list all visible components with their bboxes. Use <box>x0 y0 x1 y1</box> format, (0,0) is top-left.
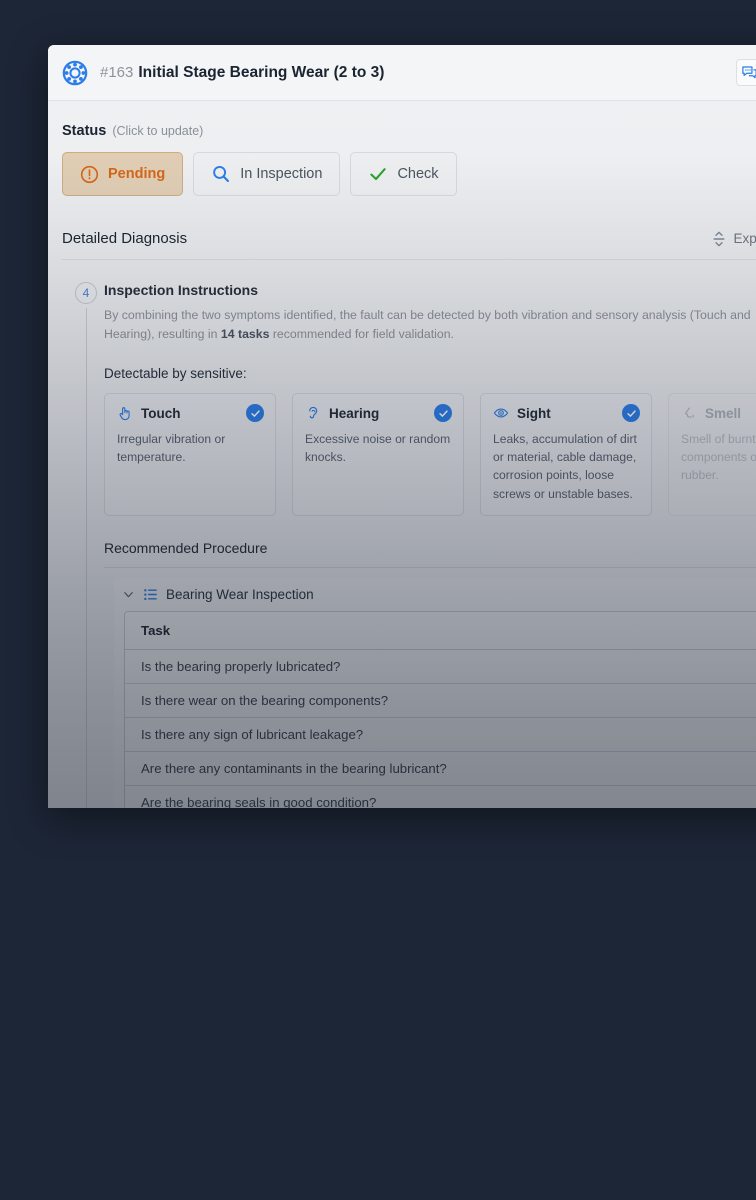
sensory-card-touch-check-badge <box>246 404 264 423</box>
header-actions <box>736 59 756 86</box>
inspection-instructions-step: 4 Inspection Instructions By combining t… <box>62 282 756 808</box>
modal-header: #163 Initial Stage Bearing Wear (2 to 3) <box>48 45 756 101</box>
sensory-card-hearing-header: Hearing <box>305 405 451 421</box>
exclamation-circle-icon <box>80 165 99 183</box>
status-button-check-label: Check <box>397 166 439 182</box>
modal-body: Status (Click to update) Pending In Insp… <box>48 101 756 808</box>
status-button-in-inspection[interactable]: In Inspection <box>193 152 341 196</box>
expand-vertical-icon <box>713 231 725 246</box>
sensory-card-sight-name: Sight <box>517 405 551 421</box>
table-row[interactable]: Is the bearing properly lubricated? <box>125 650 756 684</box>
status-button-in-inspection-label: In Inspection <box>240 166 323 182</box>
sensory-card-touch-description: Irregular vibration or temperature. <box>117 432 226 465</box>
ear-icon <box>309 406 318 419</box>
step-description-part2: recommended for field validation. <box>269 327 454 342</box>
sensory-card-sight-header: Sight <box>493 405 639 421</box>
detailed-diagnosis-header: Detailed Diagnosis Expand S <box>62 230 756 260</box>
bearing-icon <box>62 60 88 85</box>
table-row[interactable]: Is there wear on the bearing components? <box>125 684 756 718</box>
step-number-badge: 4 <box>75 282 97 304</box>
chat-bubble-icon <box>742 66 756 79</box>
sensory-card-hearing-description: Excessive noise or random knocks. <box>305 432 451 465</box>
procedure-group-bearing-wear-inspection: Bearing Wear Inspection Task Is the bear… <box>114 577 756 808</box>
page-title: Initial Stage Bearing Wear (2 to 3) <box>138 63 385 81</box>
procedure-group-toggle[interactable]: Bearing Wear Inspection <box>114 578 756 611</box>
status-button-pending[interactable]: Pending <box>62 152 184 196</box>
sensory-card-hearing-name: Hearing <box>329 405 380 421</box>
step-connector-line <box>85 308 87 808</box>
status-label-row: Status (Click to update) <box>62 123 756 139</box>
procedure-group-name: Bearing Wear Inspection <box>166 586 314 602</box>
issue-id: #163 <box>100 64 134 81</box>
step-description-emphasis: 14 tasks <box>220 327 270 342</box>
ordered-list-icon <box>144 588 157 600</box>
task-column-header: Task <box>125 612 756 650</box>
sensory-card-grid: Touch Irregular vibration or temperature… <box>104 393 756 516</box>
task-table: Task Is the bearing properly lubricated?… <box>124 610 756 808</box>
detailed-diagnosis-title: Detailed Diagnosis <box>62 230 188 247</box>
status-button-group: Pending In Inspection Check <box>62 152 756 196</box>
sensory-card-touch-name: Touch <box>141 405 181 421</box>
sensory-card-touch-header: Touch <box>117 405 263 421</box>
table-row[interactable]: Is there any sign of lubricant leakage? <box>125 718 756 752</box>
status-label: Status <box>62 123 107 139</box>
eye-icon <box>493 408 509 418</box>
table-row[interactable]: Are there any contaminants in the bearin… <box>125 752 756 786</box>
check-icon <box>250 409 260 417</box>
chevron-down-icon <box>124 591 133 597</box>
sensory-card-touch[interactable]: Touch Irregular vibration or temperature… <box>104 393 276 516</box>
step-title: Inspection Instructions <box>104 282 259 298</box>
screen: #163 Initial Stage Bearing Wear (2 to 3) <box>0 0 756 1200</box>
magnifier-icon <box>213 165 230 183</box>
nose-icon <box>685 407 694 418</box>
comments-button[interactable] <box>736 59 756 86</box>
sensory-card-hearing[interactable]: Hearing Excessive noise or random knocks… <box>292 393 464 516</box>
status-button-pending-label: Pending <box>108 166 166 182</box>
sensory-card-sight[interactable]: Sight Leaks, accumulation of dirt or mat… <box>480 393 652 516</box>
sensory-card-hearing-check-badge <box>434 404 452 423</box>
sensory-card-smell-header: Smell <box>681 405 756 421</box>
checkmark-icon <box>370 168 387 181</box>
expand-sections-button[interactable]: Expand S <box>712 231 756 247</box>
sensory-card-smell-name: Smell <box>705 405 742 421</box>
issue-detail-modal: #163 Initial Stage Bearing Wear (2 to 3) <box>48 45 756 808</box>
hand-touch-icon <box>119 407 130 421</box>
sensory-card-sight-description: Leaks, accumulation of dirt or material,… <box>493 432 637 501</box>
status-hint: (Click to update) <box>112 124 204 138</box>
table-row[interactable]: Are the bearing seals in good condition? <box>125 786 756 808</box>
expand-sections-label: Expand S <box>733 231 756 246</box>
step-description: By combining the two symptoms identified… <box>104 306 754 344</box>
recommended-procedure-header: Recommended Procedure <box>104 540 756 568</box>
sensory-section-label: Detectable by sensitive: <box>104 366 247 382</box>
check-icon <box>438 409 448 417</box>
check-icon <box>626 409 636 417</box>
sensory-card-smell-description: Smell of burnt electronic components or … <box>681 432 756 483</box>
recommended-procedure-title: Recommended Procedure <box>104 540 268 557</box>
sensory-card-sight-check-badge <box>622 404 640 423</box>
status-button-check[interactable]: Check <box>350 152 457 196</box>
sensory-card-smell[interactable]: Smell Smell of burnt electronic componen… <box>668 393 756 516</box>
